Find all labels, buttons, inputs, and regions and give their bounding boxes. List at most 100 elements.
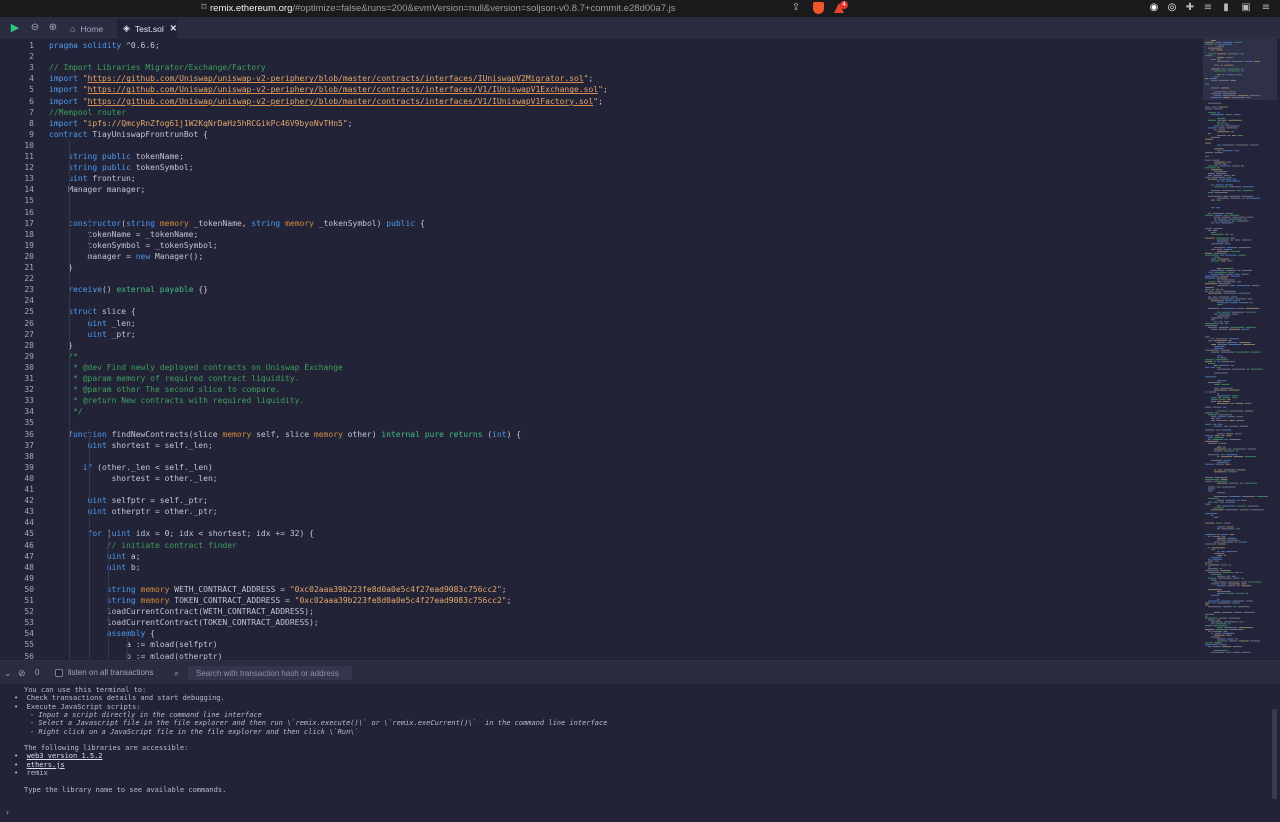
indent-guide xyxy=(88,428,90,660)
terminal-line: - Right click on a JavaScript file in th… xyxy=(30,727,359,736)
minimap[interactable] xyxy=(1203,38,1277,660)
line-number: 38 xyxy=(24,451,34,461)
code-line[interactable]: Manager manager; xyxy=(49,184,145,195)
line-number: 44 xyxy=(24,518,34,528)
code-line[interactable]: pragma solidity ^0.6.6; xyxy=(49,40,160,51)
share-icon[interactable]: ⇪ xyxy=(790,2,802,14)
terminal-toolbar: ⌄ ⊘ 0 listen on all transactions ⌕ xyxy=(0,660,1280,684)
code-line[interactable]: uint otherptr = other._ptr; xyxy=(49,506,218,517)
code-line[interactable]: manager = new Manager(); xyxy=(49,251,204,262)
clear-console-icon[interactable]: ⊘ xyxy=(18,666,26,680)
bookmark-icon[interactable]: ⌑ xyxy=(198,2,210,14)
address-bar[interactable]: remix.ethereum.org/#optimize=false&runs=… xyxy=(210,1,676,16)
code-line[interactable]: constructor(string memory _tokenName, st… xyxy=(49,218,425,229)
terminal-link[interactable]: • web3 version 1.5.2 xyxy=(14,752,103,760)
line-number: 15 xyxy=(24,196,34,206)
code-line[interactable]: * @dev Find newly deployed contracts on … xyxy=(49,362,343,373)
wallet-icon[interactable]: ▣ xyxy=(1240,2,1252,14)
line-number: 54 xyxy=(24,629,34,639)
code-line[interactable]: struct slice { xyxy=(49,306,135,317)
rewards-badge: 4 xyxy=(840,1,848,9)
line-number: 12 xyxy=(24,163,34,173)
indent-guide xyxy=(88,217,90,262)
code-line[interactable]: uint a; xyxy=(49,551,141,562)
code-line[interactable]: import "https://github.com/Uniswap/unisw… xyxy=(49,73,593,84)
code-line[interactable]: // Import Libraries Migrator/Exchange/Fa… xyxy=(49,62,266,73)
terminal-link[interactable]: • ethers.js xyxy=(14,761,65,769)
code-area[interactable]: pragma solidity ^0.6.6; // Import Librari… xyxy=(49,38,1199,660)
search-icon: ⌕ xyxy=(174,668,180,678)
code-line[interactable]: b := mload(otherptr) xyxy=(49,651,222,661)
code-line[interactable]: import "https://github.com/Uniswap/unisw… xyxy=(49,96,603,107)
code-line[interactable]: if (other._len < self._len) xyxy=(49,462,213,473)
terminal-prompt[interactable]: › xyxy=(5,808,10,817)
tab-test-sol[interactable]: ◈ Test.sol ✕ xyxy=(117,19,177,38)
indent-guide xyxy=(107,528,109,660)
code-line[interactable]: shortest = other._len; xyxy=(49,473,218,484)
code-line[interactable]: tokenName = _tokenName; xyxy=(49,229,199,240)
close-tab-icon[interactable]: ✕ xyxy=(170,23,177,34)
code-line[interactable]: * @return New contracts with required li… xyxy=(49,395,304,406)
code-line[interactable]: uint _len; xyxy=(49,318,136,329)
code-line[interactable]: import "ipfs://QmcyRnZfog61j1W2KqNrDaHz5… xyxy=(49,118,352,129)
line-number: 37 xyxy=(24,440,34,450)
line-number: 28 xyxy=(24,340,34,350)
library-link[interactable]: web3 version 1.5.2 xyxy=(27,752,103,760)
code-line[interactable]: string memory TOKEN_CONTRACT_ADDRESS = "… xyxy=(49,595,512,606)
code-line[interactable]: string memory WETH_CONTRACT_ADDRESS = "0… xyxy=(49,584,507,595)
code-line[interactable]: assembly { xyxy=(49,628,155,639)
line-number: 29 xyxy=(24,351,34,361)
code-line[interactable]: uint shortest = self._len; xyxy=(49,440,213,451)
line-number: 14 xyxy=(24,185,34,195)
minimap-thumbnail xyxy=(1203,38,1277,653)
home-icon: ⌂ xyxy=(70,23,76,34)
code-line[interactable]: function findNewContracts(slice memory s… xyxy=(49,429,521,440)
line-number: 3 xyxy=(29,63,34,73)
url-path: /#optimize=false&runs=200&evmVersion=nul… xyxy=(292,3,676,14)
extension-circle-icon[interactable]: ◎ xyxy=(1166,2,1178,14)
reading-list-icon[interactable]: ≡ xyxy=(1202,2,1214,14)
url-host: remix.ethereum.org xyxy=(210,3,293,14)
code-line[interactable]: a := mload(selfptr) xyxy=(49,639,218,650)
code-line[interactable]: uint frontrun; xyxy=(49,173,135,184)
listen-all-transactions-checkbox[interactable] xyxy=(55,669,63,677)
terminal-line: - Select a Javascript file in the file e… xyxy=(30,719,608,728)
tab-test-label: Test.sol xyxy=(134,23,164,34)
code-line[interactable]: uint selfptr = self._ptr; xyxy=(49,495,208,506)
line-number: 24 xyxy=(24,296,34,306)
code-line[interactable]: string public tokenSymbol; xyxy=(49,162,193,173)
code-line[interactable]: // initiate contract finder xyxy=(49,540,237,551)
line-number: 1 xyxy=(29,41,34,50)
tab-home[interactable]: ⌂ Home xyxy=(64,19,117,38)
code-line[interactable]: */ xyxy=(49,406,83,417)
code-line[interactable]: /* xyxy=(49,351,78,362)
code-line[interactable]: receive() external payable {} xyxy=(49,284,208,295)
transaction-search-input[interactable] xyxy=(188,666,352,680)
code-line[interactable]: uint b; xyxy=(49,562,141,573)
library-link[interactable]: ethers.js xyxy=(27,761,65,769)
zoom-in-icon[interactable]: ⊕ xyxy=(46,20,60,35)
code-line[interactable]: * @param memory of required contract liq… xyxy=(49,373,299,384)
zoom-out-icon[interactable]: ⊖ xyxy=(28,20,42,35)
sidebar-icon[interactable]: ▮ xyxy=(1220,2,1232,14)
line-number: 55 xyxy=(24,640,34,650)
line-number: 9 xyxy=(29,129,34,139)
code-editor[interactable]: 1 2 3 4 5 6 7 8 9 10 11 12 13 14 15 16 17 18 19 20 21 22 23 24 2… xyxy=(0,38,1280,660)
terminal-scrollbar[interactable] xyxy=(1272,709,1277,799)
code-line[interactable]: * @param other The second slice to compa… xyxy=(49,384,280,395)
brave-shield-icon[interactable] xyxy=(813,2,824,14)
pending-tx-count: 0 xyxy=(35,668,40,677)
code-line[interactable]: tokenSymbol = _tokenSymbol; xyxy=(49,240,218,251)
extensions-puzzle-icon[interactable]: ✚ xyxy=(1184,2,1196,14)
run-script-icon[interactable]: ▶ xyxy=(8,20,22,35)
code-line[interactable]: uint _ptr; xyxy=(49,329,136,340)
code-line[interactable]: //Mempool router xyxy=(49,107,126,118)
menu-icon[interactable]: ≡ xyxy=(1260,2,1272,14)
code-line[interactable]: contract TiayUniswapFrontrunBot { xyxy=(49,129,208,140)
line-number: 11 xyxy=(24,152,34,161)
code-line[interactable]: import "https://github.com/Uniswap/unisw… xyxy=(49,84,608,95)
collapse-terminal-icon[interactable]: ⌄ xyxy=(4,666,12,680)
extension-chrome-icon[interactable]: ◉ xyxy=(1148,2,1160,14)
line-number-gutter: 1 2 3 4 5 6 7 8 9 10 11 12 13 14 15 16 17 18 19 20 21 22 23 24 2… xyxy=(0,38,40,660)
terminal-output[interactable]: You can use this terminal to: • Check tra… xyxy=(0,684,1280,822)
